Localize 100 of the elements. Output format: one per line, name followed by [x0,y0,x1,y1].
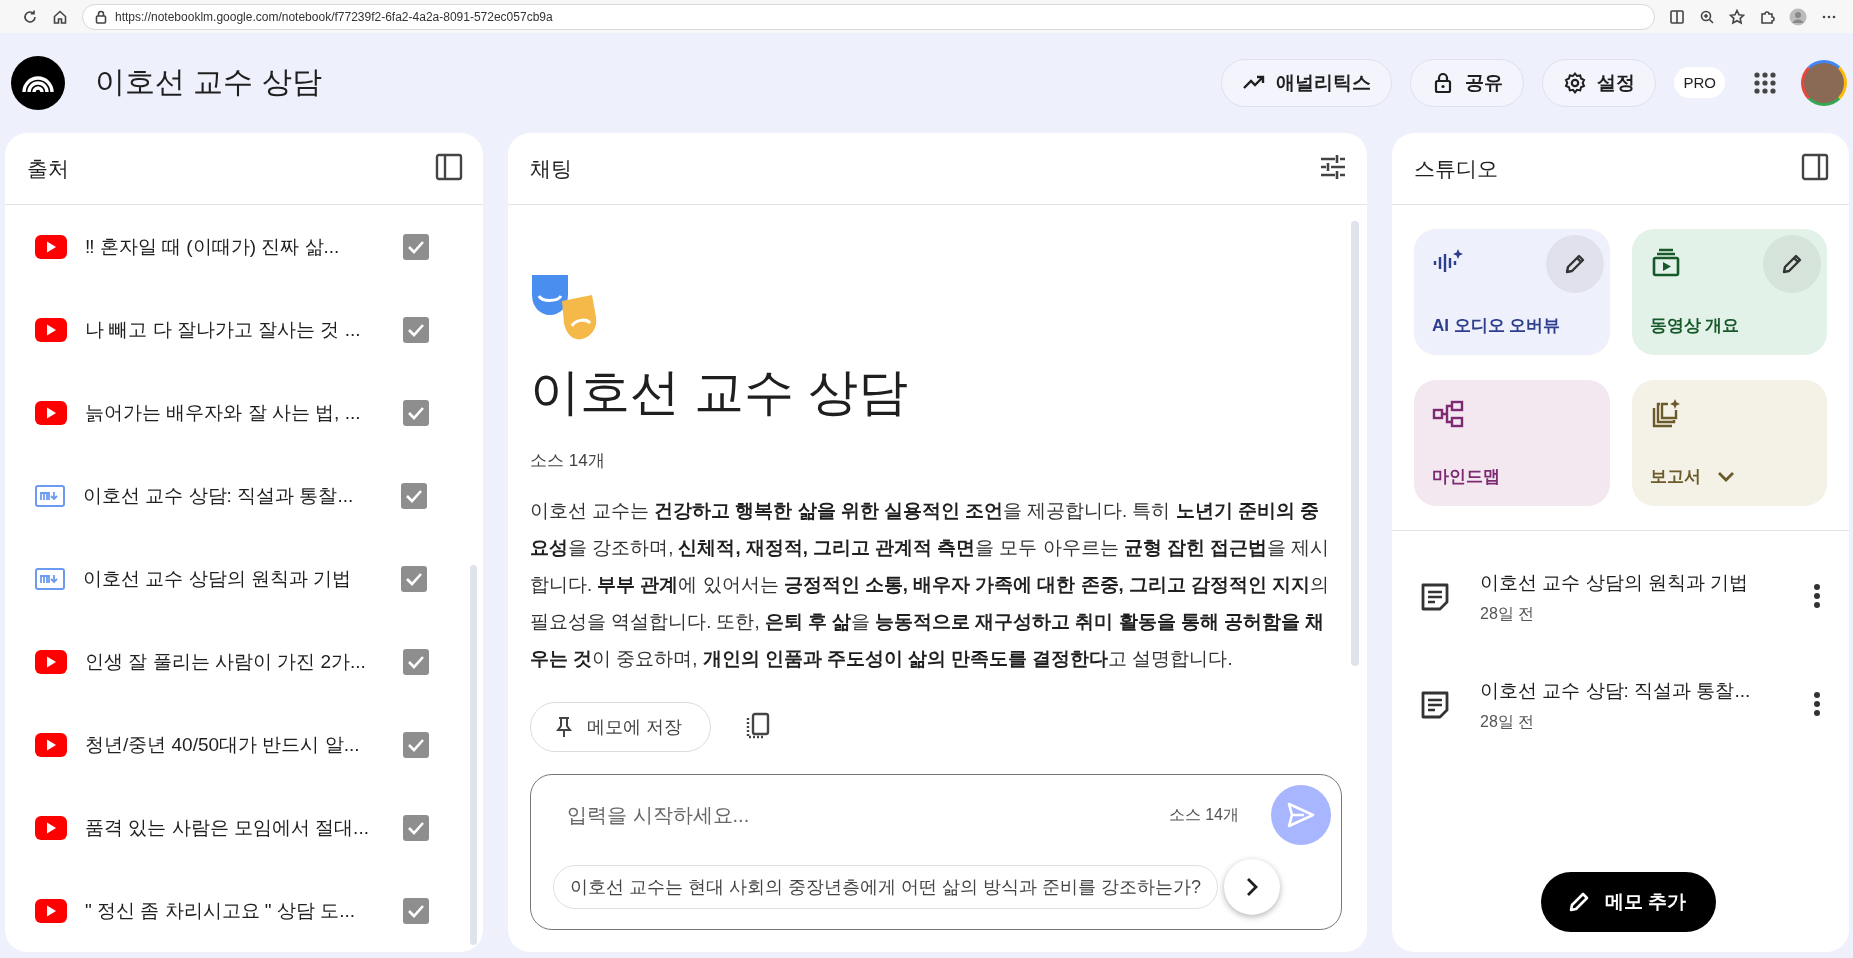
more-vertical-icon [1813,690,1821,717]
check-icon [405,571,423,586]
summary-paragraph: 이호선 교수는 건강하고 행복한 삶을 위한 실용적인 조언을 제공합니다. 특히 노년기 준비의 중요성을 강조하며, 신체적, 재정적, 그리고 관계적 측면을 모두 아우르는 균형 잡힌 접근법을 제시합니다. 부부 관계에 있어서는 긍정적인 소통, 배우자 가족에 대한 존중, 그리고 감정적인 지지의 필요성을 역설합니다. 또한, 은퇴 후 삶을 능동적으로 재구성하고 취미 활동을 통해 공허함을 채우는 것이 중요하며, 개인의 인품과 주도성이 삶의 만족도를 결정한다고 설명합니다. [530,499,1331,671]
source-count: 소스 14개 [1168,804,1239,825]
source-title[interactable]: ‼ 혼자일 때 (이때가) 진짜 삶... [85,233,375,260]
split-screen-button[interactable] [1669,8,1685,25]
copy-icon [745,711,771,740]
video-play-icon [35,317,67,342]
profile-icon [1789,7,1807,26]
video-play-icon [35,649,67,674]
document-icon [35,484,65,507]
home-icon [52,8,68,25]
video-tile[interactable]: 동영상 개요 [1631,229,1827,355]
puzzle-icon [1759,8,1775,25]
extensions-button[interactable] [1759,8,1775,25]
note-icon [1420,582,1450,612]
split-screen-icon [1669,8,1685,25]
video-play-icon [35,234,67,259]
source-title[interactable]: 이호선 교수 상담의 원칙과 기법 [83,565,373,592]
check-icon [407,820,425,835]
next-suggestion-button[interactable] [1224,859,1281,915]
apps-button[interactable] [1753,70,1777,95]
checkbox[interactable] [403,814,429,841]
more-vertical-icon [1813,582,1821,609]
home-button[interactable] [52,8,68,25]
video-play-icon [35,400,67,425]
sliders-icon [1319,153,1347,181]
checkbox[interactable] [401,565,427,592]
check-icon [407,239,425,254]
check-icon [407,903,425,918]
checkbox[interactable] [403,648,429,675]
note-time: 28일 전 [1480,603,1536,624]
source-title[interactable]: 인생 잘 풀리는 사람이 가진 2가... [85,648,375,675]
share-button[interactable]: 공유 [1410,58,1525,107]
panel-title: 출처 [27,155,69,182]
star-icon [1729,8,1745,25]
settings-icon [1563,70,1588,95]
tile-label: 마인드맵 [1432,466,1501,488]
chat-input[interactable]: 입력을 시작하세요... [565,802,1169,828]
checkbox[interactable] [403,399,429,426]
video-play-icon [35,732,67,757]
pencil-icon [1780,252,1804,276]
apps-grid-icon [1753,70,1777,95]
reload-icon [22,8,38,25]
pencil-icon [1567,890,1591,914]
panel-title: 채팅 [530,155,572,182]
pro-badge: PRO [1674,67,1725,98]
check-icon [407,322,425,337]
reload-button[interactable] [22,8,38,25]
logo-icon [11,55,65,110]
panel-title: 스튜디오 [1414,155,1498,182]
zoom-button[interactable] [1699,8,1715,25]
settings-button[interactable]: 설정 [1542,58,1657,107]
source-title[interactable]: 이호선 교수 상담: 직설과 통찰... [83,482,373,509]
tile-label: 보고서 [1649,465,1809,488]
document-icon [35,567,65,590]
favorite-button[interactable] [1729,8,1745,25]
source-title[interactable]: 늙어가는 배우자와 잘 사는 법, ... [85,399,375,426]
mindmap-tile[interactable]: 마인드맵 [1414,380,1610,506]
check-icon [405,488,423,503]
checkbox[interactable] [403,731,429,758]
video-play-icon [35,815,67,840]
address-bar[interactable]: https://notebooklm.google.com/notebook/f77239f2-6fa2-4a2a-8091-572ec057cb9a [82,3,1655,30]
source-title[interactable]: " 정신 좀 차리시고요 " 상담 도... [85,897,375,924]
profile-button[interactable] [1789,7,1807,26]
zoom-icon [1699,8,1715,25]
scrollbar[interactable] [470,565,477,945]
send-icon [1287,802,1315,828]
video-play-icon [35,898,67,923]
note-title[interactable]: 이호선 교수 상담의 원칙과 기법 [1480,569,1813,596]
url-text: https://notebooklm.google.com/notebook/f77239f2-6fa2-4a2a-8091-572ec057cb9a [115,9,553,24]
checkbox[interactable] [403,233,429,260]
source-title[interactable]: 나 빼고 다 잘나가고 잘사는 것 ... [85,316,375,343]
note-icon [1420,690,1450,720]
save-to-note-button[interactable]: 메모에 저장 [530,702,711,752]
tile-label: AI 오디오 오버뷰 [1432,315,1562,337]
more-icon [1821,14,1837,19]
notebook-title: 이호선 교수 상담 [95,64,323,100]
check-icon [407,654,425,669]
avatar[interactable] [1801,59,1847,106]
checkbox[interactable] [403,316,429,343]
pin-icon [555,716,573,738]
report-tile[interactable]: 보고서 [1631,380,1827,506]
check-icon [407,405,425,420]
lock-icon [95,9,107,24]
notebook-heading: 이호선 교수 상담 [530,363,909,422]
add-note-button[interactable]: 메모 추가 [1541,872,1717,932]
checkbox[interactable] [403,897,429,924]
audio-tile[interactable]: AI 오디오 오버뷰 [1414,229,1610,355]
source-title[interactable]: 품격 있는 사람은 모임에서 절대... [85,814,375,841]
analytics-button[interactable]: 애널리틱스 [1221,58,1393,107]
checkbox[interactable] [401,482,427,509]
more-button[interactable] [1821,14,1837,19]
check-icon [407,737,425,752]
tile-label: 동영상 개요 [1649,315,1741,337]
note-title[interactable]: 이호선 교수 상담: 직설과 통찰... [1480,677,1813,704]
source-title[interactable]: 청년/중년 40/50대가 반드시 알... [85,731,375,758]
scrollbar[interactable] [1351,221,1359,666]
source-count: 소스 14개 [530,450,606,472]
note-time: 28일 전 [1480,711,1536,732]
